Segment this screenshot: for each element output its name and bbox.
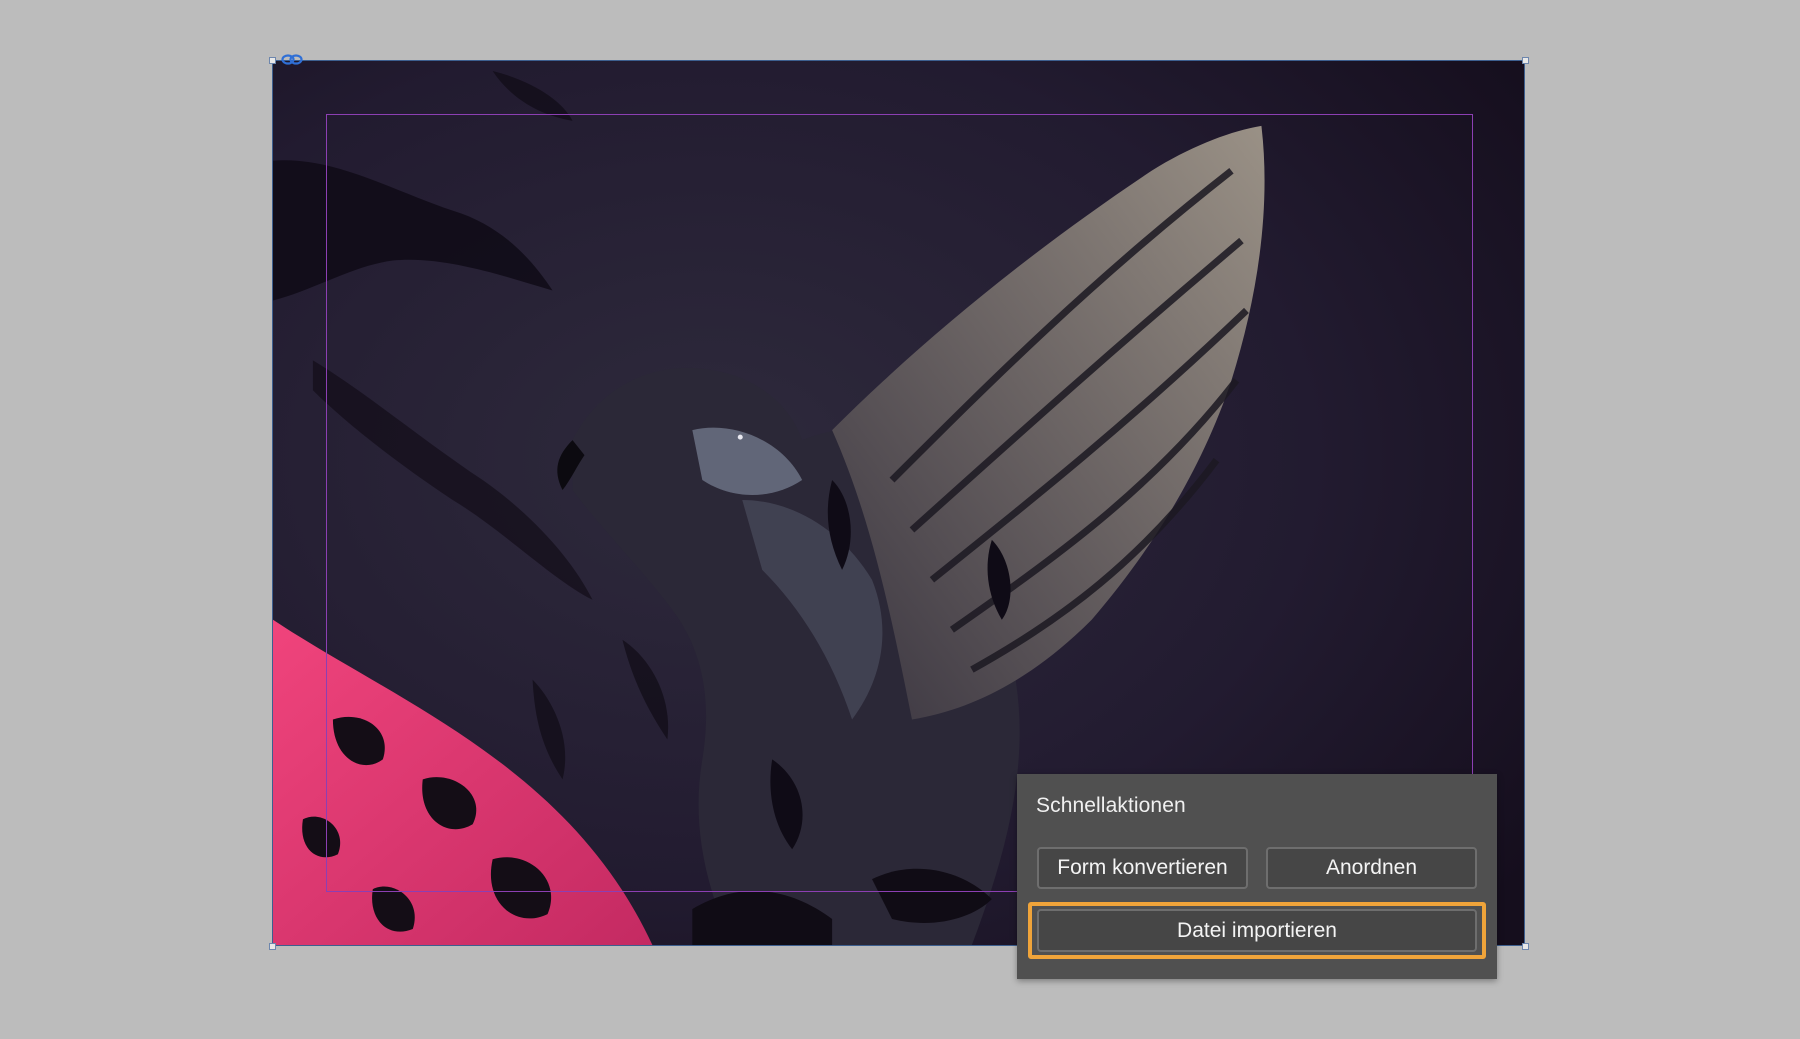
- import-file-button[interactable]: Datei importieren: [1037, 909, 1477, 952]
- frame-handle-bottom-left[interactable]: [269, 943, 276, 950]
- quick-actions-title: Schnellaktionen: [1036, 794, 1186, 817]
- convert-shape-button[interactable]: Form konvertieren: [1037, 847, 1248, 889]
- frame-handle-bottom-right[interactable]: [1522, 943, 1529, 950]
- quick-actions-panel: Schnellaktionen Form konvertieren Anordn…: [1017, 774, 1497, 979]
- link-icon[interactable]: [281, 53, 303, 66]
- frame-handle-top-left[interactable]: [269, 57, 276, 64]
- arrange-button[interactable]: Anordnen: [1266, 847, 1477, 889]
- frame-handle-top-right[interactable]: [1522, 57, 1529, 64]
